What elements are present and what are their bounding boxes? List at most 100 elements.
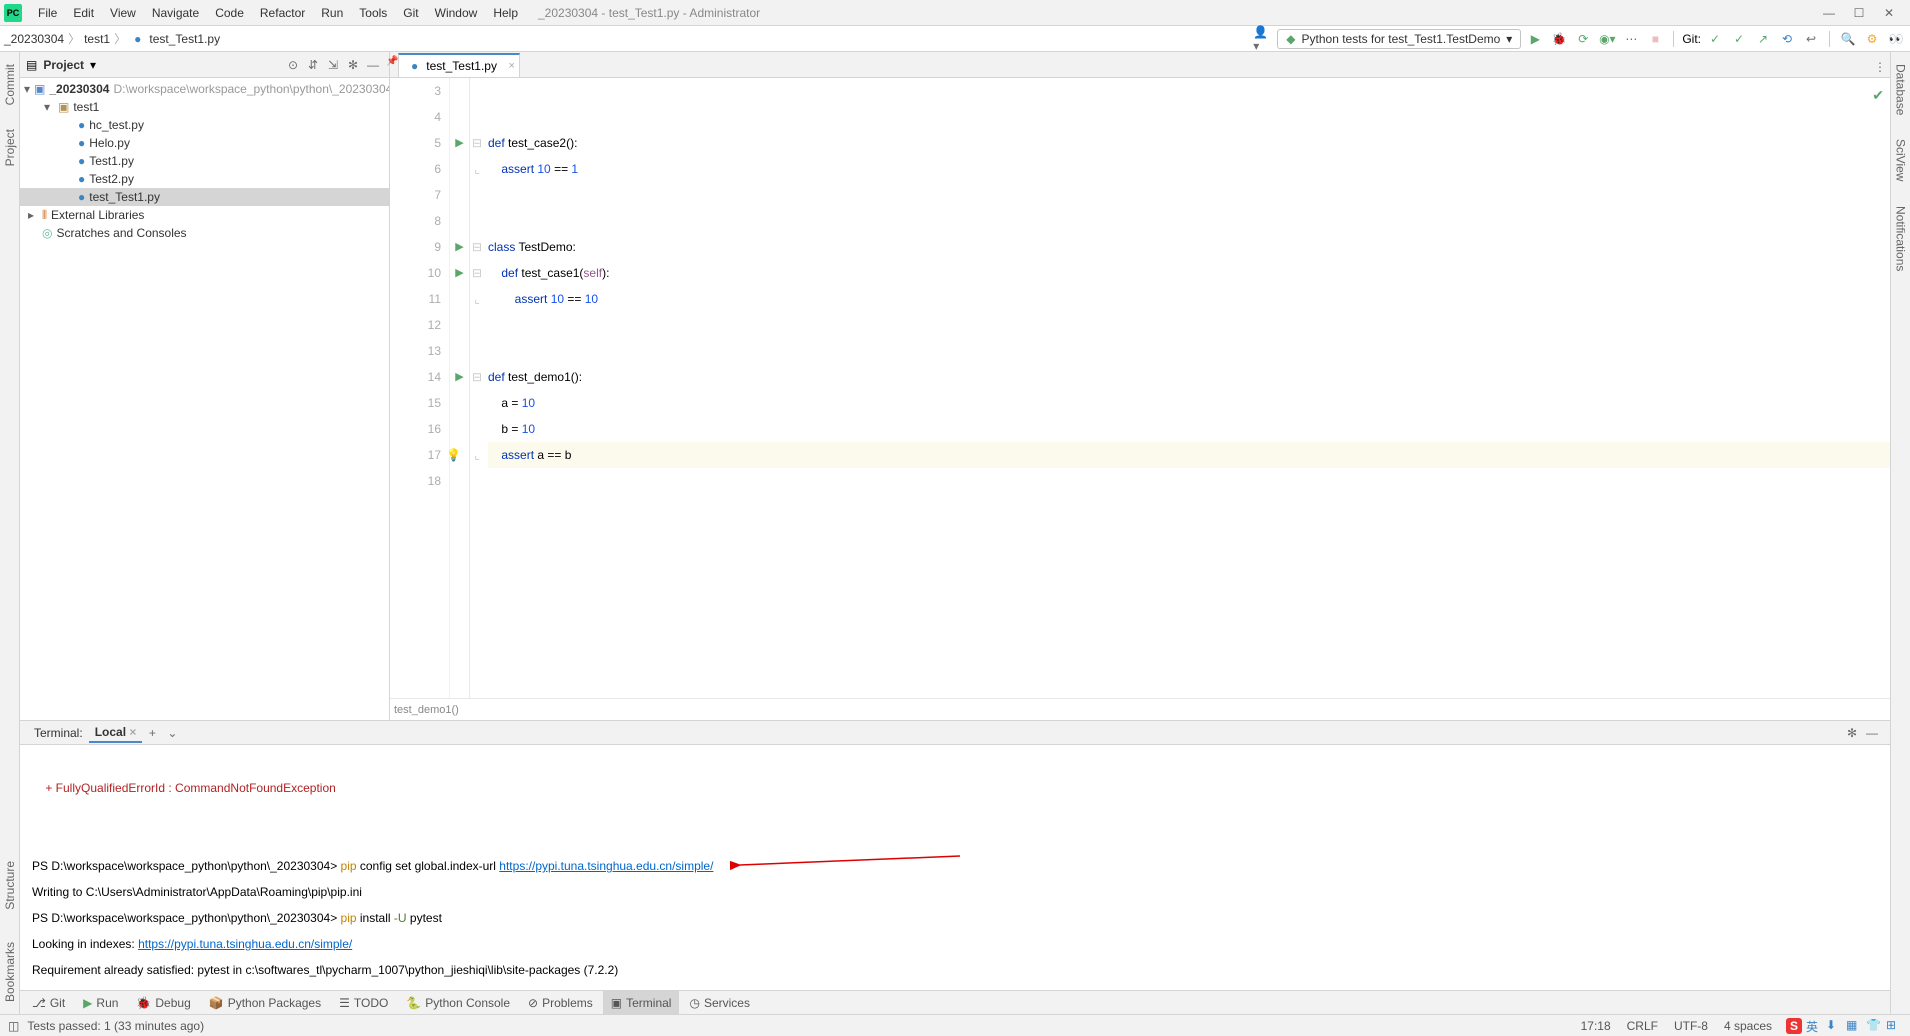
tool-debug[interactable]: 🐞Debug [128, 991, 198, 1015]
locate-icon[interactable]: ⊙ [283, 55, 303, 75]
git-commit-icon[interactable]: ✓ [1729, 29, 1749, 49]
coverage-button[interactable]: ⟳ [1573, 29, 1593, 49]
menu-window[interactable]: Window [427, 0, 486, 26]
editor-more-icon[interactable]: ⋮ [1870, 57, 1890, 77]
run-line-icon[interactable]: ▶ [450, 130, 469, 156]
debug-button[interactable]: 🐞 [1549, 29, 1569, 49]
search-everywhere-icon[interactable]: 🔍 [1838, 29, 1858, 49]
status-line-ending[interactable]: CRLF [1619, 1019, 1666, 1033]
menu-run[interactable]: Run [313, 0, 351, 26]
run-line-icon[interactable]: ▶ [450, 260, 469, 286]
menu-tools[interactable]: Tools [351, 0, 395, 26]
notifications-tool-tab[interactable]: Notifications [1894, 202, 1908, 275]
tree-file[interactable]: ●Test2.py [20, 170, 389, 188]
tree-file[interactable]: ●hc_test.py [20, 116, 389, 134]
run-configuration[interactable]: ◆ Python tests for test_Test1.TestDemo ▾ [1277, 29, 1521, 49]
tool-windows-icon[interactable]: ◫ [8, 1019, 19, 1033]
tree-file[interactable]: ●Test1.py [20, 152, 389, 170]
git-push-icon[interactable]: ↗ [1753, 29, 1773, 49]
code-editor[interactable]: 3456789101112131415161718 ▶ ▶▶ ▶ ⊟⌞ ⊟⊟⌞ … [390, 78, 1890, 698]
status-indent[interactable]: 4 spaces [1716, 1019, 1780, 1033]
maximize-button[interactable]: ☐ [1844, 0, 1874, 26]
close-button[interactable]: ✕ [1874, 0, 1904, 26]
tree-folder-test1[interactable]: ▾▣ test1 [20, 98, 389, 116]
menu-refactor[interactable]: Refactor [252, 0, 313, 26]
stop-button[interactable]: ■ [1645, 29, 1665, 49]
menu-code[interactable]: Code [207, 0, 252, 26]
intention-bulb-icon[interactable]: 💡 [446, 442, 461, 468]
structure-tool-tab[interactable]: Structure [3, 857, 17, 914]
terminal-settings-icon[interactable]: ✻ [1842, 723, 1862, 743]
chevron-down-icon[interactable]: ▾ [90, 58, 96, 72]
project-tree[interactable]: ▾▣ _20230304D:\workspace\workspace_pytho… [20, 78, 389, 720]
menu-help[interactable]: Help [485, 0, 526, 26]
tray-icon[interactable]: ⊞ [1886, 1018, 1902, 1034]
tree-scratches[interactable]: ◎ Scratches and Consoles [20, 224, 389, 242]
minimize-button[interactable]: — [1814, 0, 1844, 26]
sciview-tool-tab[interactable]: SciView [1894, 135, 1908, 185]
tool-python-console[interactable]: 🐍Python Console [398, 991, 518, 1015]
terminal-hide-icon[interactable]: — [1862, 723, 1882, 743]
ime-icon[interactable]: S [1786, 1018, 1802, 1034]
status-encoding[interactable]: UTF-8 [1666, 1019, 1716, 1033]
tray-icon[interactable]: ▦ [1846, 1018, 1862, 1034]
link-pypi-index[interactable]: https://pypi.tuna.tsinghua.edu.cn/simple… [138, 937, 352, 951]
expand-icon[interactable]: ⇵ [303, 55, 323, 75]
editor-tab-active[interactable]: ● test_Test1.py × [398, 53, 520, 77]
collapse-icon[interactable]: ⇲ [323, 55, 343, 75]
emoji-icon[interactable]: 👀 [1886, 29, 1906, 49]
tool-python-packages[interactable]: 📦Python Packages [201, 991, 329, 1015]
run-gutter[interactable]: ▶ ▶▶ ▶ [450, 78, 470, 698]
breadcrumb-file[interactable]: test_Test1.py [149, 32, 220, 46]
tree-file-selected[interactable]: ●test_Test1.py [20, 188, 389, 206]
tool-problems[interactable]: ⊘Problems [520, 991, 601, 1015]
tool-run[interactable]: ▶Run [75, 991, 126, 1015]
tray-icon[interactable]: ⬇ [1826, 1018, 1842, 1034]
tool-todo[interactable]: ☰TODO [331, 991, 396, 1015]
breadcrumb-folder[interactable]: test1 [84, 32, 110, 46]
close-tab-icon[interactable]: × [509, 60, 515, 72]
tree-external-libraries[interactable]: ▸⫴ External Libraries [20, 206, 389, 224]
terminal-tab-local[interactable]: Local × [89, 723, 143, 743]
menu-navigate[interactable]: Navigate [144, 0, 207, 26]
hide-icon[interactable]: — [363, 55, 383, 75]
menu-view[interactable]: View [102, 0, 144, 26]
add-terminal-icon[interactable]: + [142, 723, 162, 743]
tree-project-root[interactable]: ▾▣ _20230304D:\workspace\workspace_pytho… [20, 80, 389, 98]
menu-edit[interactable]: Edit [65, 0, 102, 26]
project-label[interactable]: Project [43, 58, 84, 72]
fold-gutter[interactable]: ⊟⌞ ⊟⊟⌞ ⊟ ⌞ [470, 78, 484, 698]
run-line-icon[interactable]: ▶ [450, 364, 469, 390]
tool-services[interactable]: ◷Services [681, 991, 758, 1015]
run-button[interactable]: ▶ [1525, 29, 1545, 49]
status-time[interactable]: 17:18 [1573, 1019, 1619, 1033]
link-pypi-mirror[interactable]: https://pypi.tuna.tsinghua.edu.cn/simple… [499, 859, 713, 873]
terminal-output[interactable]: + FullyQualifiedErrorId : CommandNotFoun… [20, 745, 1890, 990]
ime-lang-icon[interactable]: 英 [1806, 1018, 1822, 1034]
terminal-dropdown-icon[interactable]: ⌄ [162, 723, 182, 743]
ide-settings-icon[interactable]: ⚙ [1862, 29, 1882, 49]
editor-breadcrumb[interactable]: test_demo1() [390, 698, 1890, 720]
git-history-icon[interactable]: ⟲ [1777, 29, 1797, 49]
tray-icon[interactable]: 👕 [1866, 1018, 1882, 1034]
code-content[interactable]: ✔ def test_case2(): assert 10 == 1 class… [484, 78, 1890, 698]
tool-terminal[interactable]: ▣Terminal [603, 991, 680, 1015]
commit-tool-tab[interactable]: Commit [3, 60, 17, 109]
profile-button[interactable]: ◉▾ [1597, 29, 1617, 49]
inspection-ok-icon[interactable]: ✔ [1872, 82, 1884, 108]
menu-git[interactable]: Git [395, 0, 426, 26]
breadcrumb-project[interactable]: _20230304 [4, 32, 64, 46]
pin-icon[interactable]: 📌 [386, 56, 398, 67]
tool-git[interactable]: ⎇Git [24, 991, 73, 1015]
bookmarks-tool-tab[interactable]: Bookmarks [3, 938, 17, 1006]
run-line-icon[interactable]: ▶ [450, 234, 469, 260]
database-tool-tab[interactable]: Database [1894, 60, 1908, 119]
project-tool-tab[interactable]: Project [3, 125, 17, 170]
user-icon[interactable]: 👤▾ [1253, 29, 1273, 49]
git-rollback-icon[interactable]: ↩ [1801, 29, 1821, 49]
menu-file[interactable]: File [30, 0, 65, 26]
attach-button[interactable]: ⋯ [1621, 29, 1641, 49]
git-update-icon[interactable]: ✓ [1705, 29, 1725, 49]
settings-icon[interactable]: ✻ [343, 55, 363, 75]
tree-file[interactable]: ●Helo.py [20, 134, 389, 152]
